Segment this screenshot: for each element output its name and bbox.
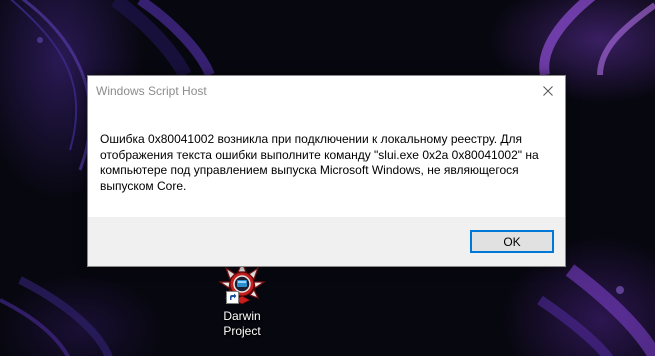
desktop-icon-label: Darwin Project bbox=[223, 309, 261, 338]
close-icon bbox=[543, 85, 553, 96]
close-button[interactable] bbox=[531, 76, 565, 105]
dialog-body: Ошибка 0x80041002 возникла при подключен… bbox=[88, 107, 565, 217]
shortcut-arrow-icon bbox=[226, 291, 239, 304]
dialog-title: Windows Script Host bbox=[96, 84, 207, 98]
desktop-shortcut-darwin-project[interactable]: Darwin Project bbox=[205, 260, 279, 339]
dialog-footer: OK bbox=[88, 217, 565, 266]
message-dialog: Windows Script Host Ошибка 0x80041002 во… bbox=[87, 75, 566, 267]
error-message: Ошибка 0x80041002 возникла при подключен… bbox=[100, 132, 539, 193]
ok-button[interactable]: OK bbox=[470, 230, 554, 253]
dialog-titlebar[interactable]: Windows Script Host bbox=[88, 76, 565, 107]
darwin-project-app-icon bbox=[218, 260, 266, 306]
